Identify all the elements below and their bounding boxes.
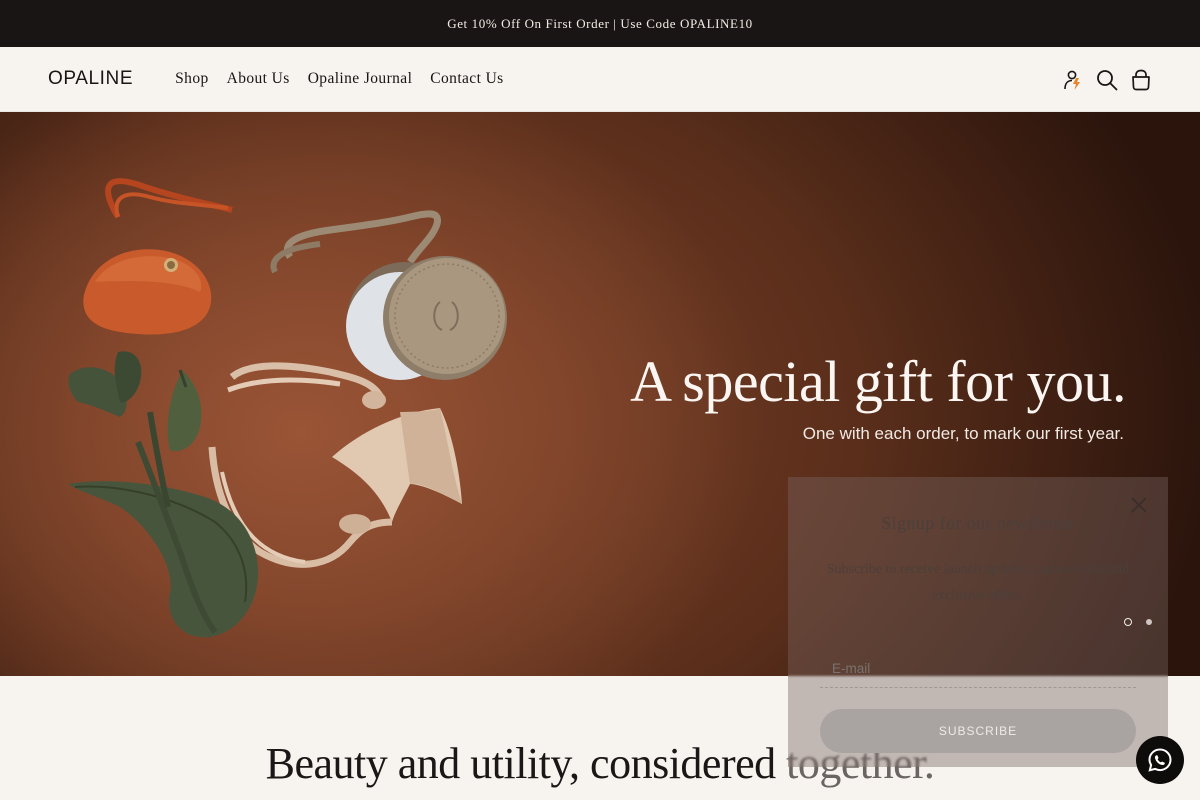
subscribe-button[interactable]: SUBSCRIBE bbox=[820, 709, 1136, 753]
nav-about-us[interactable]: About Us bbox=[227, 70, 290, 88]
slide-dot-1[interactable] bbox=[1124, 618, 1132, 626]
slide-dot-2[interactable] bbox=[1146, 619, 1152, 625]
whatsapp-icon bbox=[1148, 748, 1172, 772]
header-icons bbox=[1062, 47, 1152, 112]
account-icon[interactable] bbox=[1062, 69, 1084, 91]
announcement-text: Get 10% Off On First Order | Use Code OP… bbox=[447, 15, 753, 31]
bag-icon[interactable] bbox=[1130, 69, 1152, 91]
whatsapp-button[interactable] bbox=[1136, 736, 1184, 784]
hero-product-image bbox=[68, 178, 507, 638]
email-field[interactable] bbox=[820, 650, 1136, 688]
newsletter-title: Signup for our newsletter bbox=[881, 513, 1075, 533]
search-icon[interactable] bbox=[1096, 69, 1118, 91]
main-nav: Shop About Us Opaline Journal Contact Us bbox=[175, 70, 503, 88]
logo[interactable]: OPALINE bbox=[48, 68, 133, 90]
section-heading-main: Beauty and utility, considered bbox=[265, 739, 787, 788]
newsletter-text: Subscribe to receive launch updates, cur… bbox=[826, 562, 1130, 603]
nav-contact-us[interactable]: Contact Us bbox=[430, 70, 503, 88]
site-header: OPALINE Shop About Us Opaline Journal Co… bbox=[0, 47, 1200, 112]
nav-opaline-journal[interactable]: Opaline Journal bbox=[308, 70, 413, 88]
newsletter-popup: Signup for our newsletter Subscribe to r… bbox=[788, 477, 1168, 767]
hero-title: A special gift for you. bbox=[630, 349, 1126, 414]
hero-subtitle: One with each order, to mark our first y… bbox=[802, 424, 1124, 443]
nav-shop[interactable]: Shop bbox=[175, 70, 208, 88]
announcement-bar: Get 10% Off On First Order | Use Code OP… bbox=[0, 0, 1200, 47]
slide-dots bbox=[1124, 618, 1152, 626]
